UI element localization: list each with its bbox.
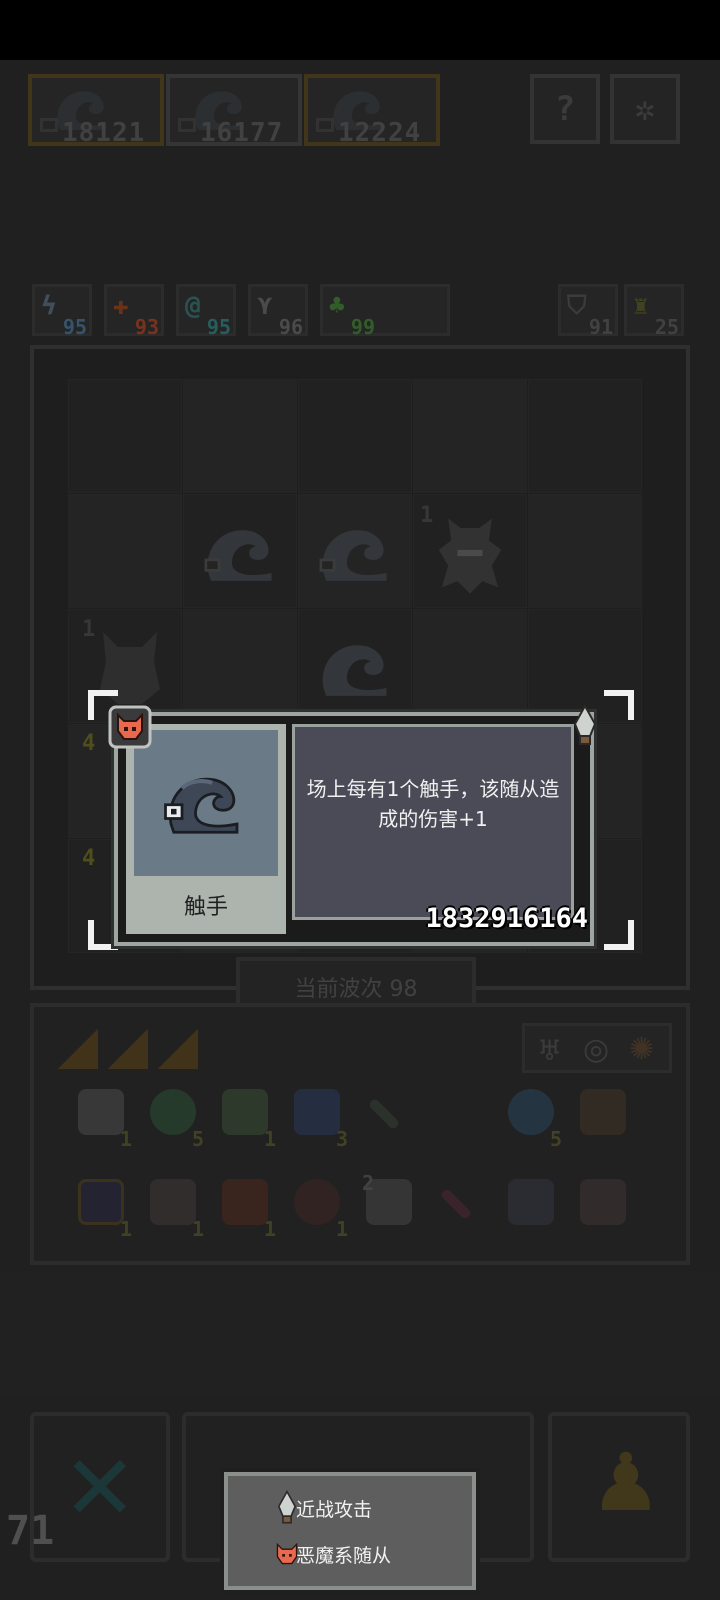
demon-icon xyxy=(276,1542,298,1565)
unit-portrait: 触手 xyxy=(126,724,286,934)
keyword-legend: 近战攻击 恶魔系随从 xyxy=(224,1472,476,1590)
selection-bracket xyxy=(604,690,634,720)
melee-icon xyxy=(277,1490,297,1524)
unit-description-panel: 场上每有1个触手，该随从造成的伤害+1 xyxy=(292,724,574,920)
legend-item: 近战攻击 xyxy=(277,1488,373,1528)
selection-bracket xyxy=(604,920,634,950)
unit-info-card[interactable]: 触手 场上每有1个触手，该随从造成的伤害+1 1832916164 xyxy=(114,712,594,946)
unit-id: 1832916164 xyxy=(425,903,588,934)
demon-icon xyxy=(108,705,152,749)
unit-description: 场上每有1个触手，该随从造成的伤害+1 xyxy=(306,777,560,831)
legend-item: 恶魔系随从 xyxy=(276,1534,392,1574)
melee-icon xyxy=(573,704,597,745)
unit-name: 触手 xyxy=(183,895,228,920)
status-bar xyxy=(0,0,720,60)
tentacle-icon xyxy=(164,777,239,834)
legend-label: 近战攻击 xyxy=(296,1498,373,1521)
portrait-background xyxy=(134,730,278,876)
legend-label: 恶魔系随从 xyxy=(296,1544,392,1567)
